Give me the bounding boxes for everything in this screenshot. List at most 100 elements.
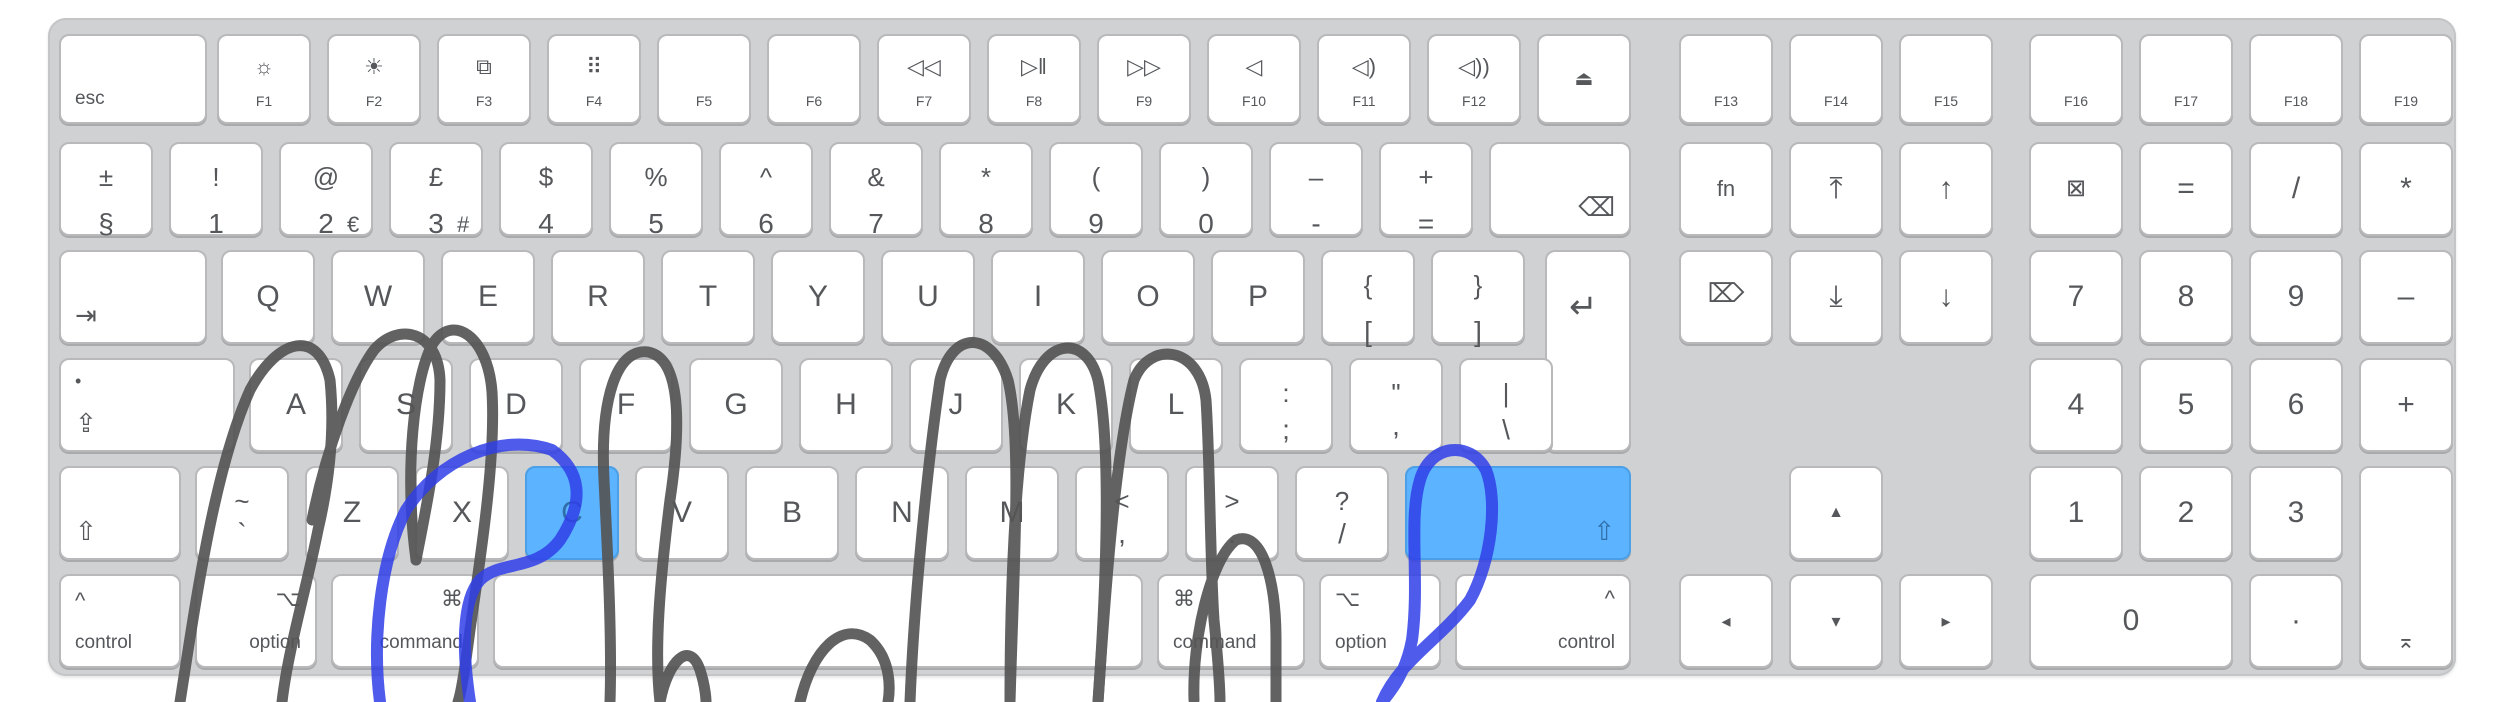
key-4[interactable]: $ 4 — [499, 142, 593, 238]
key-clear[interactable]: ⊠ — [2029, 142, 2123, 236]
key-o[interactable]: O — [1101, 250, 1195, 344]
key-x[interactable]: X — [415, 466, 509, 560]
key-numpad-8[interactable]: 8 — [2139, 250, 2233, 344]
key-eject[interactable]: ⏏ — [1537, 34, 1631, 124]
key-a[interactable]: A — [249, 358, 343, 452]
key-f10[interactable]: ◁ F10 — [1207, 34, 1301, 124]
key-f12[interactable]: ◁)) F12 — [1427, 34, 1521, 124]
key-d[interactable]: D — [469, 358, 563, 452]
key-page-up[interactable]: ↑ — [1899, 142, 1993, 236]
key-m[interactable]: M — [965, 466, 1059, 560]
key-caps-lock[interactable]: • ⇪ — [59, 358, 235, 452]
key-6[interactable]: ^ 6 — [719, 142, 813, 238]
key-f7[interactable]: ◁◁ F7 — [877, 34, 971, 124]
key-f3[interactable]: ⧉ F3 — [437, 34, 531, 124]
key-equals[interactable]: + = — [1379, 142, 1473, 238]
key-numpad-2[interactable]: 2 — [2139, 466, 2233, 560]
key-2[interactable]: @ 2 € — [279, 142, 373, 238]
key-h[interactable]: H — [799, 358, 893, 452]
key-period[interactable]: > . — [1185, 466, 1279, 560]
key-q[interactable]: Q — [221, 250, 315, 344]
key-left-shift[interactable]: ⇧ — [59, 466, 181, 560]
key-numpad-plus[interactable]: + — [2359, 358, 2453, 452]
key-f19[interactable]: F19 — [2359, 34, 2453, 124]
key-numpad-divide[interactable]: / — [2249, 142, 2343, 236]
key-left-bracket[interactable]: { [ — [1321, 250, 1415, 346]
key-numpad-equals[interactable]: = — [2139, 142, 2233, 236]
key-end[interactable]: ⤓ — [1789, 250, 1883, 344]
key-page-down[interactable]: ↓ — [1899, 250, 1993, 344]
key-forward-delete[interactable]: ⌦ — [1679, 250, 1773, 344]
key-numpad-1[interactable]: 1 — [2029, 466, 2123, 560]
key-w[interactable]: W — [331, 250, 425, 344]
key-7[interactable]: & 7 — [829, 142, 923, 238]
key-9[interactable]: ( 9 — [1049, 142, 1143, 238]
key-j[interactable]: J — [909, 358, 1003, 452]
key-numpad-decimal[interactable]: · — [2249, 574, 2343, 668]
key-backtick[interactable]: ~ ` — [195, 466, 289, 560]
key-z[interactable]: Z — [305, 466, 399, 560]
key-n[interactable]: N — [855, 466, 949, 560]
key-f4[interactable]: ⠿ F4 — [547, 34, 641, 124]
key-arrow-up[interactable]: ▲ — [1789, 466, 1883, 560]
key-5[interactable]: % 5 — [609, 142, 703, 238]
key-i[interactable]: I — [991, 250, 1085, 344]
key-s[interactable]: S — [359, 358, 453, 452]
key-numpad-9[interactable]: 9 — [2249, 250, 2343, 344]
key-f16[interactable]: F16 — [2029, 34, 2123, 124]
key-right-control[interactable]: ^ control — [1455, 574, 1631, 668]
key-fn[interactable]: fn — [1679, 142, 1773, 236]
key-backslash[interactable]: | \ — [1459, 358, 1553, 452]
key-3[interactable]: £ 3 # — [389, 142, 483, 238]
key-space[interactable] — [493, 574, 1143, 668]
key-f2[interactable]: ☀ F2 — [327, 34, 421, 124]
key-f8[interactable]: ▷‖ F8 — [987, 34, 1081, 124]
key-numpad-0[interactable]: 0 — [2029, 574, 2233, 668]
key-minus[interactable]: – - — [1269, 142, 1363, 238]
key-left-option[interactable]: ⌥ option — [195, 574, 317, 668]
key-arrow-down[interactable]: ▾ — [1789, 574, 1883, 668]
key-k[interactable]: K — [1019, 358, 1113, 452]
key-f15[interactable]: F15 — [1899, 34, 1993, 124]
key-esc[interactable]: esc — [59, 34, 207, 124]
key-f6[interactable]: F6 — [767, 34, 861, 124]
key-right-command[interactable]: ⌘ command — [1157, 574, 1305, 668]
key-v[interactable]: V — [635, 466, 729, 560]
key-arrow-left[interactable]: ◂ — [1679, 574, 1773, 668]
key-0[interactable]: ) 0 — [1159, 142, 1253, 238]
key-g[interactable]: G — [689, 358, 783, 452]
key-quote[interactable]: " , — [1349, 358, 1443, 452]
key-left-command[interactable]: ⌘ command — [331, 574, 479, 668]
key-f1[interactable]: ☼ F1 — [217, 34, 311, 124]
key-r[interactable]: R — [551, 250, 645, 344]
key-section[interactable]: ± § — [59, 142, 153, 238]
key-left-control[interactable]: ^ control — [59, 574, 181, 668]
key-numpad-5[interactable]: 5 — [2139, 358, 2233, 452]
key-return[interactable]: ↵ — [1545, 250, 1631, 452]
key-p[interactable]: P — [1211, 250, 1305, 344]
key-right-bracket[interactable]: } ] — [1431, 250, 1525, 346]
key-f14[interactable]: F14 — [1789, 34, 1883, 124]
key-semicolon[interactable]: : ; — [1239, 358, 1333, 452]
key-numpad-3[interactable]: 3 — [2249, 466, 2343, 560]
key-f18[interactable]: F18 — [2249, 34, 2343, 124]
key-comma[interactable]: < , — [1075, 466, 1169, 560]
key-f11[interactable]: ◁) F11 — [1317, 34, 1411, 124]
key-numpad-multiply[interactable]: * — [2359, 142, 2453, 236]
key-numpad-6[interactable]: 6 — [2249, 358, 2343, 452]
key-f9[interactable]: ▷▷ F9 — [1097, 34, 1191, 124]
key-l[interactable]: L — [1129, 358, 1223, 452]
key-f[interactable]: F — [579, 358, 673, 452]
key-f13[interactable]: F13 — [1679, 34, 1773, 124]
key-tab[interactable]: ⇥ — [59, 250, 207, 344]
key-y[interactable]: Y — [771, 250, 865, 344]
key-f17[interactable]: F17 — [2139, 34, 2233, 124]
key-c[interactable]: C — [525, 466, 619, 560]
key-numpad-4[interactable]: 4 — [2029, 358, 2123, 452]
key-numpad-minus[interactable]: – — [2359, 250, 2453, 344]
key-u[interactable]: U — [881, 250, 975, 344]
key-1[interactable]: ! 1 — [169, 142, 263, 238]
key-f5[interactable]: F5 — [657, 34, 751, 124]
key-numpad-7[interactable]: 7 — [2029, 250, 2123, 344]
key-arrow-right[interactable]: ▸ — [1899, 574, 1993, 668]
